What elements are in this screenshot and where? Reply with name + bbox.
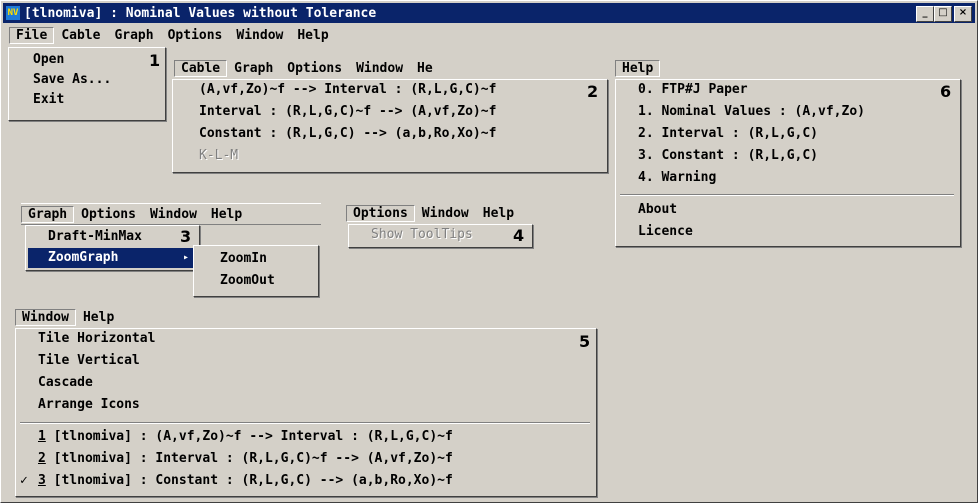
menu-graph[interactable]: Graph <box>21 205 75 223</box>
zoomgraph-submenu: ZoomIn ZoomOut <box>193 245 319 297</box>
menu-item-help-nominal[interactable]: 1. Nominal Values : (A,vf,Zo) <box>638 102 865 122</box>
menu-item-zoomin[interactable]: ZoomIn <box>220 249 267 269</box>
title-bar: NV [tlnomiva] : Nominal Values without T… <box>3 3 975 23</box>
doc-index: 3 <box>38 473 46 488</box>
callout-number: 2 <box>587 82 599 101</box>
menu-window[interactable]: Window <box>229 28 290 43</box>
menu-item-ftpj-paper[interactable]: 0. FTP#J Paper <box>638 80 748 100</box>
menu-item-zoomgraph[interactable]: ZoomGraph ▸ <box>28 248 197 268</box>
options-panel-bar: Options Window Help <box>346 203 571 223</box>
menu-item-draft-minmax[interactable]: Draft-MinMax <box>48 227 142 247</box>
menu-item-tile-horizontal[interactable]: Tile Horizontal <box>38 329 155 349</box>
menu-graph[interactable]: Graph <box>107 28 160 43</box>
menu-item-interval-to-avfzo[interactable]: Interval : (R,L,G,C)~f --> (A,vf,Zo)~f <box>199 102 496 122</box>
menu-help[interactable]: Help <box>476 206 521 221</box>
window-doc-item[interactable]: 2 [tlnomiva] : Interval : (R,L,G,C)~f --… <box>38 449 453 469</box>
doc-title: [tlnomiva] : Constant : (R,L,G,C) --> (a… <box>53 473 453 488</box>
minimize-button[interactable]: _ <box>916 6 934 22</box>
doc-index: 2 <box>38 451 46 466</box>
options-menu: Show ToolTips 4 <box>348 224 533 248</box>
callout-number: 3 <box>180 227 192 246</box>
menu-cable[interactable]: Cable <box>174 59 228 77</box>
main-menubar: File Cable Graph Options Window Help <box>9 25 336 45</box>
doc-index: 1 <box>38 429 46 444</box>
menu-item-save-as[interactable]: Save As... <box>33 70 111 90</box>
menu-item-cascade[interactable]: Cascade <box>38 373 93 393</box>
menu-options[interactable]: Options <box>280 61 349 76</box>
menu-item-open[interactable]: Open <box>33 50 64 70</box>
menu-graph[interactable]: Graph <box>227 61 280 76</box>
menu-help[interactable]: Help <box>204 207 249 222</box>
cable-menu: (A,vf,Zo)~f --> Interval : (R,L,G,C)~f I… <box>172 79 608 173</box>
menu-separator <box>20 422 590 424</box>
window-title: [tlnomiva] : Nominal Values without Tole… <box>24 5 377 21</box>
doc-title: [tlnomiva] : (A,vf,Zo)~f --> Interval : … <box>53 429 453 444</box>
cable-panel-bar: Cable Graph Options Window He <box>174 58 510 78</box>
menu-file[interactable]: File <box>9 26 55 44</box>
checkmark-icon: ✓ <box>20 473 28 488</box>
menu-item-label: ZoomGraph <box>48 250 119 265</box>
menu-item-exit[interactable]: Exit <box>33 90 64 110</box>
menu-window[interactable]: Window <box>415 206 476 221</box>
menu-item-about[interactable]: About <box>638 200 677 220</box>
callout-number: 1 <box>149 51 161 70</box>
help-panel-bar: Help <box>615 58 959 78</box>
menu-item-help-interval[interactable]: 2. Interval : (R,L,G,C) <box>638 124 818 144</box>
menu-window[interactable]: Window <box>349 61 410 76</box>
file-menu: Open Save As... Exit 1 <box>8 47 166 121</box>
menu-help[interactable]: Help <box>615 59 661 77</box>
window-menu: Tile Horizontal Tile Vertical Cascade Ar… <box>15 328 597 497</box>
menu-options[interactable]: Options <box>346 204 415 222</box>
callout-number: 4 <box>513 226 525 245</box>
menu-item-show-tooltips: Show ToolTips <box>371 227 473 242</box>
menu-options[interactable]: Options <box>74 207 143 222</box>
window-controls: _ □ × <box>916 6 972 22</box>
menu-item-avfzo-to-interval[interactable]: (A,vf,Zo)~f --> Interval : (R,L,G,C)~f <box>199 80 496 100</box>
window-doc-item[interactable]: 1 [tlnomiva] : (A,vf,Zo)~f --> Interval … <box>38 427 453 447</box>
menu-item-warning[interactable]: 4. Warning <box>638 168 716 188</box>
submenu-arrow-icon: ▸ <box>183 252 190 263</box>
graph-menu: Draft-MinMax ZoomGraph ▸ 3 <box>25 225 200 271</box>
menu-item-arrange-icons[interactable]: Arrange Icons <box>38 395 140 415</box>
app-icon: NV <box>6 6 20 20</box>
callout-number: 5 <box>579 332 591 351</box>
menu-item-zoomout[interactable]: ZoomOut <box>220 271 275 291</box>
menu-help[interactable]: Help <box>290 28 335 43</box>
menu-window[interactable]: Window <box>143 207 204 222</box>
callout-number: 6 <box>940 82 952 101</box>
help-menu: 0. FTP#J Paper 1. Nominal Values : (A,vf… <box>615 79 961 247</box>
window-doc-item-active[interactable]: ✓ 3 [tlnomiva] : Constant : (R,L,G,C) -->… <box>20 471 453 491</box>
window-panel-bar: Window Help <box>15 307 593 327</box>
menu-item-klm: K-L-M <box>199 148 239 163</box>
menu-help[interactable]: Help <box>76 310 121 325</box>
menu-cable[interactable]: Cable <box>54 28 107 43</box>
menu-help[interactable]: He <box>410 61 440 76</box>
graph-panel-bar: Graph Options Window Help <box>21 203 321 225</box>
menu-separator <box>620 194 954 196</box>
main-window: NV [tlnomiva] : Nominal Values without T… <box>0 0 978 503</box>
close-button[interactable]: × <box>954 6 972 22</box>
doc-title: [tlnomiva] : Interval : (R,L,G,C)~f --> … <box>53 451 453 466</box>
menu-item-help-constant[interactable]: 3. Constant : (R,L,G,C) <box>638 146 818 166</box>
menu-item-constant[interactable]: Constant : (R,L,G,C) --> (a,b,Ro,Xo)~f <box>199 124 496 144</box>
menu-options[interactable]: Options <box>161 28 230 43</box>
menu-item-tile-vertical[interactable]: Tile Vertical <box>38 351 140 371</box>
maximize-button[interactable]: □ <box>934 6 952 22</box>
menu-window[interactable]: Window <box>15 308 76 326</box>
menu-item-licence[interactable]: Licence <box>638 222 693 242</box>
